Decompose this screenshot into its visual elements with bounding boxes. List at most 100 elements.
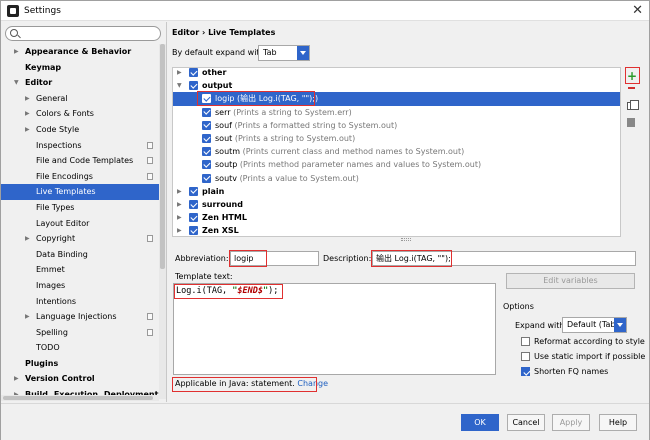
expand-with-dropdown[interactable]: Default (Tab): [562, 317, 627, 333]
apply-button[interactable]: Apply: [552, 414, 590, 431]
chevron-right-icon[interactable]: ▶: [14, 371, 19, 387]
chevron-right-icon[interactable]: ▶: [14, 44, 19, 60]
sidebar-item-label: Intentions: [36, 296, 77, 306]
expand-dropdown[interactable]: Tab: [258, 45, 310, 61]
sidebar-item[interactable]: ▶ Copyright: [1, 231, 159, 247]
template-checkbox[interactable]: [202, 147, 211, 157]
sidebar-item[interactable]: Emmet: [1, 262, 159, 278]
sidebar-item-label: Live Templates: [36, 187, 96, 197]
static-import-checkbox[interactable]: [521, 352, 530, 361]
chevron-down-icon: [614, 318, 626, 332]
sidebar-item-label: General: [36, 93, 68, 103]
chevron-down-icon[interactable]: ▼: [14, 75, 19, 91]
sidebar-item-label: Version Control: [25, 374, 95, 384]
highlight-box: [625, 67, 640, 84]
template-item[interactable]: soutm (Prints current class and method n…: [173, 145, 620, 158]
sidebar-item[interactable]: File and Code Templates: [1, 153, 159, 169]
chevron-right-icon[interactable]: ▶: [177, 224, 182, 236]
template-label: plain: [202, 185, 224, 198]
sidebar-item-label: File Encodings: [36, 171, 93, 181]
template-group[interactable]: ▶ surround: [173, 198, 620, 211]
template-abbreviation: surround: [202, 200, 243, 209]
template-description: (Prints a formatted string to System.out…: [234, 120, 398, 130]
template-checkbox[interactable]: [202, 120, 211, 130]
copy-icon[interactable]: [627, 100, 639, 110]
sidebar-item[interactable]: ▶ General: [1, 91, 159, 107]
template-abbreviation: soutv: [215, 173, 238, 183]
dialog-footer: OK Cancel Apply Help: [1, 403, 649, 440]
template-checkbox[interactable]: [189, 81, 198, 91]
sidebar-item[interactable]: File Types: [1, 200, 159, 216]
template-group[interactable]: ▶ other: [173, 68, 620, 79]
shorten-fq-checkbox[interactable]: [521, 367, 530, 376]
sidebar-item-label: Code Style: [36, 124, 80, 134]
chevron-right-icon[interactable]: ▶: [177, 68, 182, 79]
sidebar-scrollbar[interactable]: [159, 44, 166, 399]
edit-variables-button[interactable]: Edit variables: [506, 273, 635, 289]
sidebar-item[interactable]: ▶ Code Style: [1, 122, 159, 138]
template-checkbox[interactable]: [189, 213, 198, 223]
template-checkbox[interactable]: [189, 226, 198, 236]
highlight-box: [174, 284, 283, 299]
chevron-right-icon[interactable]: ▶: [25, 122, 30, 138]
chevron-right-icon[interactable]: ▶: [25, 231, 30, 247]
sidebar-item[interactable]: Live Templates: [1, 184, 159, 200]
sidebar-item-label: Inspections: [36, 140, 82, 150]
sidebar-item[interactable]: Plugins: [1, 356, 159, 372]
template-group[interactable]: ▶ plain: [173, 185, 620, 198]
chevron-down-icon[interactable]: ▼: [177, 79, 182, 92]
sidebar-item[interactable]: TODO: [1, 340, 159, 356]
template-abbreviation: other: [202, 68, 227, 77]
splitter-handle[interactable]: [401, 238, 411, 241]
sidebar-item[interactable]: Intentions: [1, 294, 159, 310]
project-settings-icon: [147, 141, 153, 149]
template-item[interactable]: souf (Prints a formatted string to Syste…: [173, 119, 620, 132]
cancel-button[interactable]: Cancel: [507, 414, 545, 431]
chevron-right-icon[interactable]: ▶: [25, 106, 30, 122]
sidebar-hscrollbar[interactable]: [1, 395, 159, 401]
template-item[interactable]: soutp (Prints method parameter names and…: [173, 158, 620, 171]
template-checkbox[interactable]: [189, 200, 198, 209]
sidebar-item[interactable]: ▶ Language Injections: [1, 309, 159, 325]
sidebar-item[interactable]: File Encodings: [1, 169, 159, 185]
template-group[interactable]: ▶ Zen XSL: [173, 224, 620, 236]
breadcrumb: Editor › Live Templates: [172, 28, 276, 37]
template-description: (Prints current class and method names t…: [242, 147, 465, 157]
template-checkbox[interactable]: [202, 107, 211, 117]
sidebar-item[interactable]: Data Binding: [1, 247, 159, 263]
sidebar-item[interactable]: ▶ Version Control: [1, 371, 159, 387]
sidebar-item[interactable]: ▶ Colors & Fonts: [1, 106, 159, 122]
ok-button[interactable]: OK: [461, 414, 499, 431]
close-icon[interactable]: ✕: [632, 3, 643, 18]
remove-icon[interactable]: [628, 87, 635, 89]
sidebar-item[interactable]: Keymap: [1, 60, 159, 76]
app-icon: [7, 5, 19, 17]
sidebar-item[interactable]: Layout Editor: [1, 216, 159, 232]
template-group[interactable]: ▶ Zen HTML: [173, 211, 620, 224]
search-input[interactable]: [5, 26, 161, 41]
chevron-right-icon[interactable]: ▶: [25, 91, 30, 107]
sidebar-item[interactable]: Inspections: [1, 138, 159, 154]
sidebar-item[interactable]: Spelling: [1, 325, 159, 341]
template-checkbox[interactable]: [202, 160, 211, 170]
help-button[interactable]: Help: [599, 414, 637, 431]
search-icon: [10, 29, 18, 37]
chevron-right-icon[interactable]: ▶: [177, 185, 182, 198]
chevron-right-icon[interactable]: ▶: [177, 211, 182, 224]
template-checkbox[interactable]: [189, 186, 198, 196]
sidebar-item[interactable]: ▶ Appearance & Behavior: [1, 44, 159, 60]
template-checkbox[interactable]: [202, 173, 211, 183]
chevron-right-icon[interactable]: ▶: [25, 309, 30, 325]
template-item[interactable]: sout (Prints a string to System.out): [173, 132, 620, 145]
template-checkbox[interactable]: [202, 134, 211, 143]
template-abbreviation: Zen HTML: [202, 213, 247, 223]
template-item[interactable]: soutv (Prints a value to System.out): [173, 172, 620, 185]
sidebar-item-label: Spelling: [36, 327, 68, 337]
template-item[interactable]: serr (Prints a string to System.err): [173, 106, 620, 119]
chevron-right-icon[interactable]: ▶: [177, 198, 182, 211]
reformat-checkbox[interactable]: [521, 337, 530, 346]
document-icon[interactable]: [627, 118, 635, 127]
template-checkbox[interactable]: [189, 68, 198, 77]
sidebar-item[interactable]: Images: [1, 278, 159, 294]
sidebar-item[interactable]: ▼ Editor: [1, 75, 159, 91]
